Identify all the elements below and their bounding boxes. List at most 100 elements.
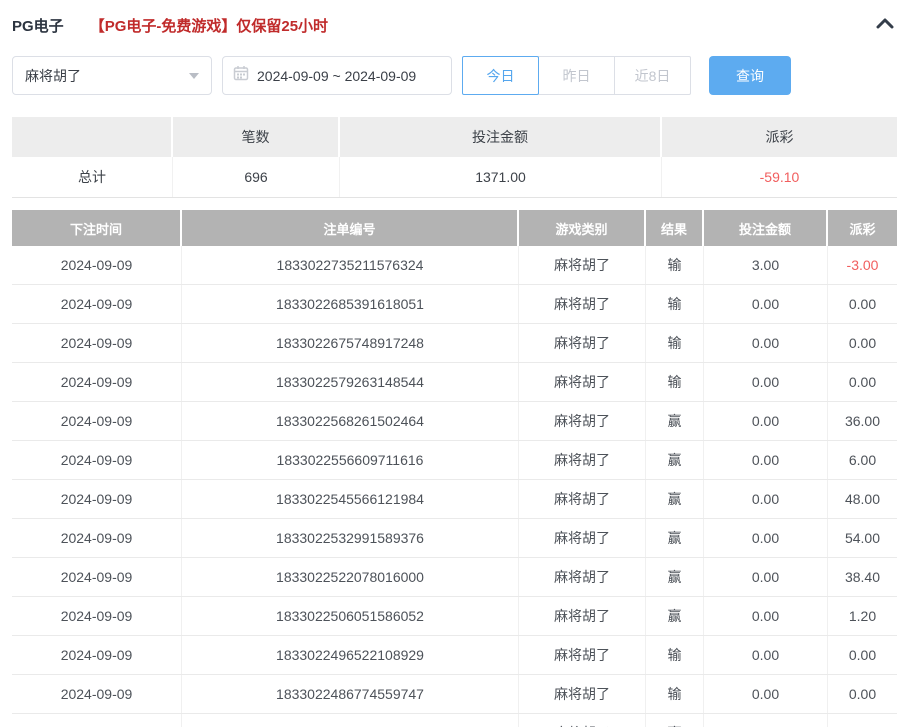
bet-time-cell: 2024-09-09 — [12, 480, 182, 518]
quick-range-button-group: 今日 昨日 近8日 — [462, 56, 691, 95]
summary-total-row: 总计 696 1371.00 -59.10 — [12, 157, 897, 198]
bet-id-cell: 1833022579263148544 — [182, 363, 519, 401]
table-row: 2024-09-09 1833022675748917248 麻将胡了 输 0.… — [12, 324, 897, 363]
bet-amount-cell: 0.00 — [704, 285, 828, 323]
game-type-cell: 麻将胡了 — [519, 441, 646, 479]
result-cell: 赢 — [646, 441, 704, 479]
records-header-row: 下注时间 注单编号 游戏类别 结果 投注金额 派彩 — [12, 210, 897, 246]
game-type-cell: 麻将胡了 — [519, 285, 646, 323]
bet-amount-cell: 0.00 — [704, 597, 828, 635]
payout-cell: 0.60 — [828, 714, 897, 727]
game-type-cell: 麻将胡了 — [519, 714, 646, 727]
table-row: 2024-09-09 1833022568261502464 麻将胡了 赢 0.… — [12, 402, 897, 441]
summary-total-count: 696 — [173, 157, 340, 197]
col-header-game-type: 游戏类别 — [519, 210, 646, 246]
date-range-input[interactable]: 2024-09-09 ~ 2024-09-09 — [222, 56, 452, 95]
bet-amount-cell: 0.00 — [704, 441, 828, 479]
table-row: 2024-09-09 1833022556609711616 麻将胡了 赢 0.… — [12, 441, 897, 480]
bet-id-cell: 1833022675748917248 — [182, 324, 519, 362]
result-cell: 赢 — [646, 402, 704, 440]
bet-id-cell: 1833022556609711616 — [182, 441, 519, 479]
payout-cell: 0.00 — [828, 285, 897, 323]
bet-amount-cell: 3.00 — [704, 246, 828, 284]
table-row: 2024-09-09 1833022579263148544 麻将胡了 输 0.… — [12, 363, 897, 402]
bet-time-cell: 2024-09-09 — [12, 402, 182, 440]
result-cell: 赢 — [646, 558, 704, 596]
bet-id-cell: 1833022417400774658 — [182, 714, 519, 727]
game-type-cell: 麻将胡了 — [519, 246, 646, 284]
payout-cell: 54.00 — [828, 519, 897, 557]
result-cell: 输 — [646, 636, 704, 674]
game-type-cell: 麻将胡了 — [519, 480, 646, 518]
result-cell: 输 — [646, 246, 704, 284]
game-select[interactable]: 麻将胡了 — [12, 56, 212, 95]
bet-amount-cell: 0.00 — [704, 519, 828, 557]
game-select-value: 麻将胡了 — [25, 67, 81, 84]
bet-id-cell: 1833022496522108929 — [182, 636, 519, 674]
col-header-payout: 派彩 — [828, 210, 897, 246]
last8days-button[interactable]: 近8日 — [614, 56, 691, 95]
summary-header-count: 笔数 — [173, 117, 340, 157]
bet-time-cell: 2024-09-09 — [12, 285, 182, 323]
game-type-cell: 麻将胡了 — [519, 402, 646, 440]
calendar-icon — [233, 65, 249, 86]
bet-amount-cell: 0.00 — [704, 480, 828, 518]
result-cell: 赢 — [646, 597, 704, 635]
col-header-bet-amount: 投注金额 — [704, 210, 828, 246]
result-cell: 赢 — [646, 714, 704, 727]
bet-id-cell: 1833022545566121984 — [182, 480, 519, 518]
summary-header-blank — [12, 117, 173, 157]
pg-game-records-panel: PG电子 【PG电子-免费游戏】仅保留25小时 麻将胡了 2024-09-09 … — [0, 0, 909, 727]
yesterday-button[interactable]: 昨日 — [538, 56, 615, 95]
bet-time-cell: 2024-09-09 — [12, 636, 182, 674]
table-row: 2024-09-09 1833022735211576324 麻将胡了 输 3.… — [12, 246, 897, 285]
summary-total-label: 总计 — [12, 157, 173, 197]
bet-time-cell: 2024-09-09 — [12, 324, 182, 362]
bet-time-cell: 2024-09-09 — [12, 363, 182, 401]
records-body: 2024-09-09 1833022735211576324 麻将胡了 输 3.… — [12, 246, 897, 727]
game-type-cell: 麻将胡了 — [519, 675, 646, 713]
summary-total-payout: -59.10 — [662, 157, 897, 197]
summary-header-payout: 派彩 — [662, 117, 897, 157]
bet-amount-cell: 0.00 — [704, 675, 828, 713]
query-button[interactable]: 查询 — [709, 56, 791, 95]
bet-time-cell: 2024-09-09 — [12, 246, 182, 284]
result-cell: 输 — [646, 285, 704, 323]
bet-id-cell: 1833022735211576324 — [182, 246, 519, 284]
table-row: 2024-09-09 1833022532991589376 麻将胡了 赢 0.… — [12, 519, 897, 558]
page-title: PG电子 — [12, 18, 64, 35]
bet-id-cell: 1833022522078016000 — [182, 558, 519, 596]
retention-notice: 【PG电子-免费游戏】仅保留25小时 — [89, 18, 329, 35]
bet-amount-cell: 0.00 — [704, 714, 828, 727]
result-cell: 输 — [646, 363, 704, 401]
bet-time-cell: 2024-09-09 — [12, 714, 182, 727]
today-button[interactable]: 今日 — [462, 56, 539, 95]
payout-cell: 48.00 — [828, 480, 897, 518]
bet-id-cell: 1833022568261502464 — [182, 402, 519, 440]
records-table: 下注时间 注单编号 游戏类别 结果 投注金额 派彩 2024-09-09 183… — [12, 210, 897, 727]
filter-bar: 麻将胡了 2024-09-09 ~ 2024-09-09 今日 昨日 近8日 查… — [12, 56, 897, 95]
panel-header: PG电子 【PG电子-免费游戏】仅保留25小时 — [0, 0, 909, 36]
game-type-cell: 麻将胡了 — [519, 324, 646, 362]
bet-id-cell: 1833022486774559747 — [182, 675, 519, 713]
payout-cell: 0.00 — [828, 363, 897, 401]
bet-time-cell: 2024-09-09 — [12, 675, 182, 713]
bet-amount-cell: 0.00 — [704, 324, 828, 362]
col-header-bet-time: 下注时间 — [12, 210, 182, 246]
payout-cell: 38.40 — [828, 558, 897, 596]
bet-time-cell: 2024-09-09 — [12, 558, 182, 596]
table-row: 2024-09-09 1833022417400774658 麻将胡了 赢 0.… — [12, 714, 897, 727]
result-cell: 输 — [646, 324, 704, 362]
table-row: 2024-09-09 1833022486774559747 麻将胡了 输 0.… — [12, 675, 897, 714]
game-type-cell: 麻将胡了 — [519, 636, 646, 674]
collapse-panel-button[interactable] — [875, 16, 895, 35]
bet-id-cell: 1833022685391618051 — [182, 285, 519, 323]
bet-time-cell: 2024-09-09 — [12, 441, 182, 479]
summary-total-bet-amount: 1371.00 — [340, 157, 662, 197]
bet-amount-cell: 0.00 — [704, 558, 828, 596]
table-row: 2024-09-09 1833022522078016000 麻将胡了 赢 0.… — [12, 558, 897, 597]
table-row: 2024-09-09 1833022506051586052 麻将胡了 赢 0.… — [12, 597, 897, 636]
payout-cell: 0.00 — [828, 636, 897, 674]
result-cell: 赢 — [646, 519, 704, 557]
game-type-cell: 麻将胡了 — [519, 558, 646, 596]
